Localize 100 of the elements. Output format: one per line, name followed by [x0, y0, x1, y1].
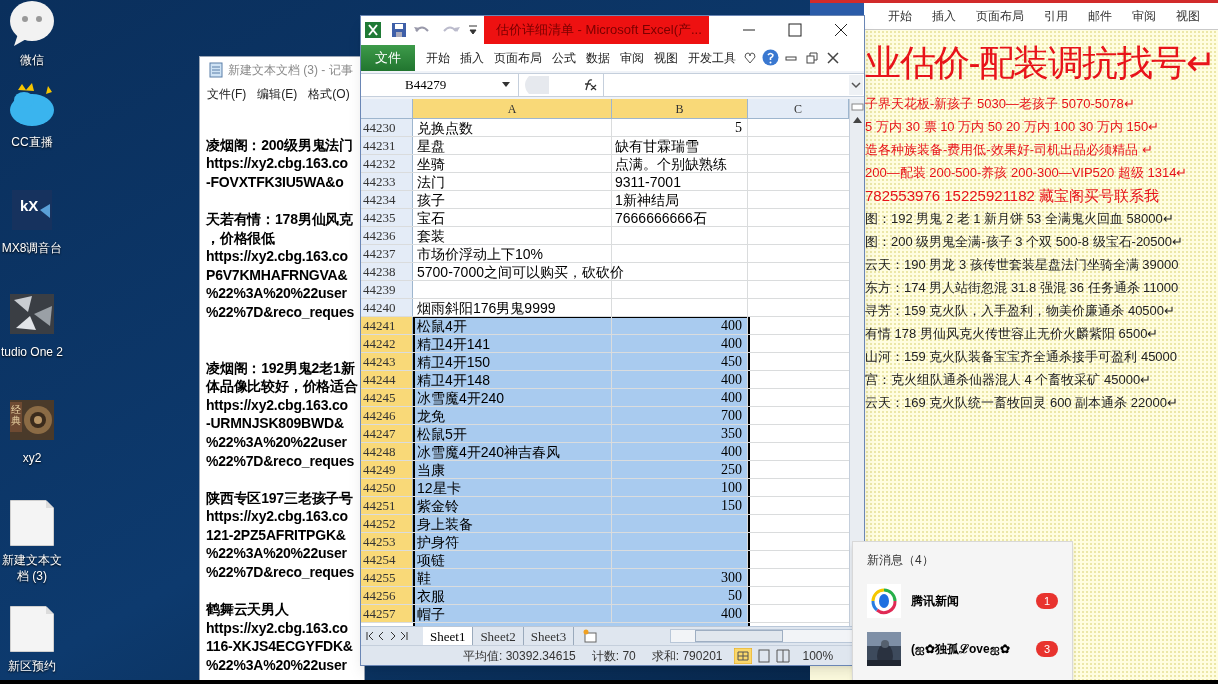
- row-header[interactable]: 44239: [361, 281, 413, 298]
- ribbon-tab[interactable]: 开始: [421, 48, 455, 67]
- column-header[interactable]: B: [612, 99, 748, 118]
- icon-label[interactable]: 新区预约: [0, 658, 64, 674]
- menu-item[interactable]: 编辑(E): [257, 85, 298, 103]
- ribbon-tab[interactable]: 公式: [547, 48, 581, 67]
- row-header[interactable]: 44254: [361, 551, 413, 568]
- cell-text: 兑换点数: [417, 120, 473, 136]
- row-header[interactable]: 44253: [361, 533, 413, 550]
- menu-item[interactable]: 格式(O): [308, 85, 350, 103]
- text-line: 寻芳：159 克火队，入手盈利，物美价廉通杀 40500↵: [865, 302, 1176, 320]
- row-header[interactable]: 44244: [361, 371, 413, 388]
- ribbon-tab[interactable]: 插入: [455, 48, 489, 67]
- ribbon-tab[interactable]: 插入: [922, 2, 966, 29]
- contact-name: (ஐ✿独孤ℒoveஐ✿: [911, 641, 1010, 658]
- row-header[interactable]: 44242: [361, 335, 413, 352]
- menu-item[interactable]: 文件(F): [207, 85, 247, 103]
- ribbon-tab[interactable]: 数据: [581, 48, 615, 67]
- text-line: 121-2PZ5AFRITPGK&: [206, 525, 346, 545]
- row-header[interactable]: 44240: [361, 299, 413, 316]
- column-header[interactable]: C: [748, 99, 849, 118]
- icon-label[interactable]: CC直播: [0, 134, 64, 150]
- zoom-level[interactable]: 100%: [802, 646, 834, 665]
- text-line: -URMNJSK809BWD&: [206, 414, 344, 433]
- row-header[interactable]: 44249: [361, 461, 413, 478]
- notepad-icon: [208, 62, 224, 78]
- cell-text: 星盘: [417, 138, 445, 154]
- text-line: 东方：174 男人站街忽混 31.8 强混 36 任务通杀 11000: [865, 279, 1179, 297]
- cell-text: 精卫4开141: [417, 336, 491, 352]
- ribbon-tab[interactable]: 页面布局: [489, 48, 547, 67]
- icon-label[interactable]: 新建文本文档 (3): [0, 552, 64, 584]
- cell-text: 450: [721, 354, 742, 370]
- text-line: 天若有情：178男仙风克: [206, 209, 353, 229]
- row-header[interactable]: 44234: [361, 191, 413, 208]
- text-line: 凌烟阁：200级男鬼法门: [206, 135, 353, 155]
- function-icon: [583, 79, 597, 91]
- cell-text: 法门: [417, 174, 445, 190]
- ribbon-tab[interactable]: [810, 3, 864, 15]
- message-item[interactable]: (ஐ✿独孤ℒoveஐ✿ 3: [853, 625, 1072, 673]
- row-header[interactable]: 44256: [361, 587, 413, 604]
- ribbon-tab[interactable]: 视图: [1166, 2, 1210, 29]
- text-line: 116-XKJS4ECGYFDK&: [206, 637, 353, 657]
- cell-text: 400: [721, 390, 742, 406]
- scrollbar-thumb[interactable]: [695, 630, 783, 642]
- sheet-tab[interactable]: Sheet1: [423, 626, 474, 646]
- text-line: https://xy2.cbg.163.co: [206, 395, 348, 415]
- column-header[interactable]: A: [413, 99, 612, 118]
- normal-view-icon: [734, 647, 753, 664]
- file-tab[interactable]: 文件: [361, 44, 415, 71]
- row-header[interactable]: 44235: [361, 209, 413, 226]
- icon-label[interactable]: tudio One 2: [0, 344, 64, 360]
- text-line: 子界天花板-新孩子 5030—老孩子 5070-5078↵: [865, 95, 1135, 113]
- row-header[interactable]: 44246: [361, 407, 413, 424]
- row-header[interactable]: 44233: [361, 173, 413, 190]
- row-header[interactable]: 44257: [361, 605, 413, 622]
- ribbon-tab[interactable]: 邮件: [1078, 2, 1122, 29]
- text-line: 山河：159 克火队装备宝宝齐全通杀接手可盈利 45000: [865, 348, 1178, 366]
- customize-caret-icon: [468, 23, 478, 37]
- row-header[interactable]: 44231: [361, 137, 413, 154]
- ribbon-tab[interactable]: 审阅: [615, 48, 649, 67]
- cell-text: 市场价浮动上下10%: [417, 246, 544, 262]
- spreadsheet-icon: [364, 21, 382, 39]
- row-header[interactable]: 44248: [361, 443, 413, 460]
- message-item[interactable]: 腾讯新闻 1: [853, 577, 1072, 625]
- row-header[interactable]: 44236: [361, 227, 413, 244]
- cell-text: 冰雪魔4开240神吉春风: [417, 444, 561, 460]
- row-header[interactable]: 44237: [361, 245, 413, 262]
- icon-label[interactable]: xy2: [0, 450, 64, 466]
- row-header[interactable]: 44241: [361, 317, 413, 334]
- row-header[interactable]: 44252: [361, 515, 413, 532]
- cell-text: 孩子: [417, 192, 445, 208]
- ribbon-tab[interactable]: 开始: [878, 2, 922, 29]
- select-all-corner[interactable]: [361, 99, 413, 118]
- ribbon-tab[interactable]: 开发工具: [683, 48, 741, 67]
- row-header[interactable]: 44238: [361, 263, 413, 280]
- text-line: %22%7D&reco_reques: [206, 302, 355, 322]
- icon-label[interactable]: MX8调音台: [0, 240, 64, 256]
- heart-icon: [744, 51, 756, 64]
- ribbon-tab[interactable]: 审阅: [1122, 2, 1166, 29]
- ribbon-tab[interactable]: 视图: [649, 48, 683, 67]
- row-header[interactable]: 44232: [361, 155, 413, 172]
- icon-label[interactable]: 微信: [0, 52, 64, 68]
- row-header[interactable]: 44255: [361, 569, 413, 586]
- row-header[interactable]: 44243: [361, 353, 413, 370]
- row-header[interactable]: 44245: [361, 389, 413, 406]
- row-header[interactable]: 44250: [361, 479, 413, 496]
- cell-text: 400: [721, 372, 742, 388]
- text-line: P6V7KMHAFRNGVA&: [206, 265, 348, 285]
- row-header[interactable]: 44247: [361, 425, 413, 442]
- cell-text: 50: [728, 588, 742, 604]
- ribbon-tab[interactable]: 引用: [1034, 2, 1078, 29]
- status-text: 平均值: 30392.34615: [463, 647, 576, 665]
- new-sheet-icon: [582, 629, 599, 643]
- row-header[interactable]: 44230: [361, 119, 413, 136]
- logo-text: kX: [20, 198, 39, 213]
- logo-text: 经典: [11, 404, 21, 426]
- ribbon-tab[interactable]: 页面布局: [966, 2, 1034, 29]
- cell-text: 松鼠5开: [417, 426, 467, 442]
- restore-icon: [806, 51, 818, 64]
- row-header[interactable]: 44251: [361, 497, 413, 514]
